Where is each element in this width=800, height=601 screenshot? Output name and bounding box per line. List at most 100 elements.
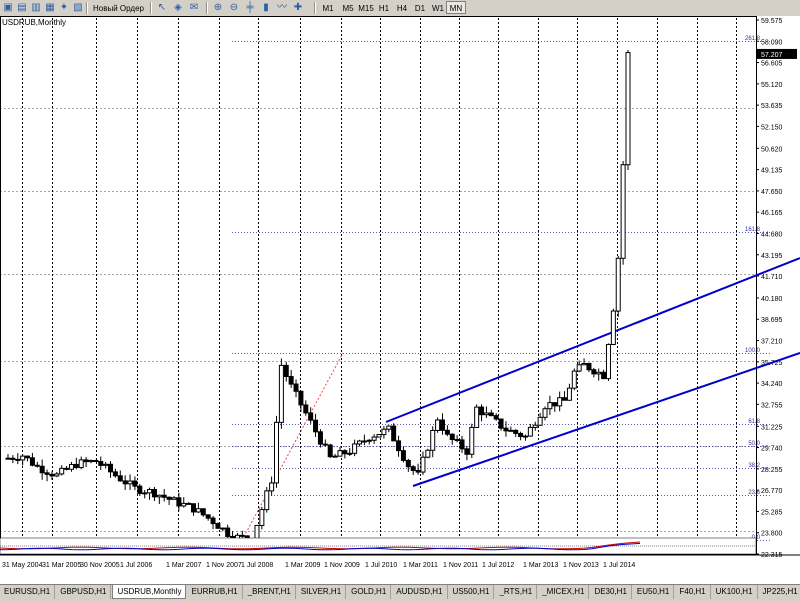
tab-uk100-h1[interactable]: UK100,H1	[712, 585, 758, 599]
timeframe-d1[interactable]: D1	[410, 1, 430, 14]
candle-body	[518, 432, 524, 438]
candle-body	[444, 429, 450, 435]
tab-eurusd-h1[interactable]: EURUSD,H1	[0, 585, 56, 599]
candle-body	[176, 497, 182, 507]
open-folder-icon[interactable]: ▤	[16, 2, 28, 13]
candle-body	[20, 455, 26, 461]
price-tick-label: 56.605	[761, 61, 783, 68]
timeframe-h4[interactable]: H4	[392, 1, 412, 14]
date-tick-label: 1 Jul 2014	[603, 562, 635, 569]
candle-body	[122, 480, 128, 485]
zoom-in-icon[interactable]: ⊕	[212, 2, 224, 13]
fib-level-label: 100.0	[745, 348, 761, 354]
candle-body	[552, 402, 558, 407]
candle-body	[283, 364, 289, 378]
mail-icon[interactable]: ✉	[188, 2, 200, 13]
tab-rts-h1[interactable]: _RTS,H1	[495, 585, 538, 599]
timeframe-mn[interactable]: MN	[446, 1, 466, 14]
timeframe-h1[interactable]: H1	[374, 1, 394, 14]
candle-body	[566, 387, 572, 401]
fib-level-label: 38.2	[748, 463, 760, 469]
terminal-icon[interactable]: ▧	[72, 2, 84, 13]
new-order-button[interactable]: Новый Ордер	[88, 1, 148, 14]
candle-body	[112, 471, 118, 477]
candle-body	[98, 460, 104, 466]
candle-body	[586, 362, 592, 371]
timeframe-m1[interactable]: M1	[318, 1, 338, 14]
channel-upper-line	[385, 257, 800, 423]
timeframe-m5[interactable]: M5	[338, 1, 358, 14]
tab-eu50-h1[interactable]: EU50,H1	[633, 585, 675, 599]
chart-window[interactable]: 59.575 58.090 56.605 55.120 53.635 52.150 50.6…	[0, 16, 800, 584]
tab-usdrub-monthly[interactable]: USDRUB,Monthly	[112, 585, 187, 599]
price-tick-label: 50.620	[761, 146, 783, 153]
candle-body	[322, 443, 328, 446]
tab-us500-h1[interactable]: US500,H1	[449, 585, 495, 599]
tab-audusd-h1[interactable]: AUDUSD,H1	[392, 585, 448, 599]
candle-body	[5, 457, 11, 460]
candle-body	[557, 397, 563, 407]
candle-body	[64, 467, 70, 470]
candle-chart-icon[interactable]: ▮	[260, 2, 272, 13]
timeframe-w1[interactable]: W1	[428, 1, 448, 14]
candle-body	[522, 435, 528, 438]
candle-body	[317, 431, 323, 445]
candle-body	[493, 415, 499, 420]
tab-micex-h1[interactable]: _MICEX,H1	[538, 585, 590, 599]
tab-silver-h1[interactable]: SILVER,H1	[297, 585, 347, 599]
tab-f40-h1[interactable]: F40,H1	[675, 585, 711, 599]
date-tick-label: 1 Nov 2011	[443, 562, 478, 569]
price-tick-label: 28.255	[761, 467, 783, 474]
autotrading-icon[interactable]: ◈	[172, 2, 184, 13]
candle-body	[498, 418, 504, 429]
chart-symbol-label: USDRUB,Monthly	[2, 18, 67, 27]
candle-body	[391, 425, 397, 442]
timeframe-m15[interactable]: M15	[356, 1, 376, 14]
new-chart-icon[interactable]: ▣	[2, 2, 14, 13]
tab-brent-h1[interactable]: _BRENT,H1	[244, 585, 296, 599]
candle-body	[293, 383, 299, 392]
candle-body	[430, 429, 436, 451]
line-chart-icon[interactable]: 〰	[276, 2, 288, 13]
candle-body	[25, 455, 31, 459]
price-tick-label: 43.195	[761, 253, 783, 260]
candle-body	[137, 485, 143, 494]
candle-body	[410, 466, 416, 471]
zoom-out-icon[interactable]: ⊖	[228, 2, 240, 13]
chart-tabs: EURUSD,H1 GBPUSD,H1 USDRUB,Monthly EURRUB,H…	[0, 584, 800, 601]
candle-body	[381, 428, 387, 436]
candle-body	[420, 456, 426, 473]
candle-body	[415, 469, 421, 473]
current-price-label: 57.207	[761, 52, 783, 59]
bar-chart-icon[interactable]: ╪	[244, 2, 256, 13]
price-chart[interactable]: 59.575 58.090 56.605 55.120 53.635 52.150 50.6…	[0, 16, 800, 584]
arrow-icon[interactable]: ↖	[156, 2, 168, 13]
profiles-icon[interactable]: ▥	[30, 2, 42, 13]
tab-gold-h1[interactable]: GOLD,H1	[347, 585, 392, 599]
candle-body	[303, 404, 309, 414]
tab-gbpusd-h1[interactable]: GBPUSD,H1	[56, 585, 112, 599]
candle-body	[186, 502, 192, 505]
tab-eurrub-h1[interactable]: EURRUB,H1	[187, 585, 243, 599]
date-tick-label: 1 Jul 2008	[241, 562, 273, 569]
date-tick-label: 1 Jul 2010	[365, 562, 397, 569]
candle-body	[356, 440, 362, 445]
date-tick-label: 31 Mar 2005	[42, 562, 81, 569]
candle-body	[308, 412, 314, 421]
candle-body	[93, 459, 99, 462]
tab-de30-h1[interactable]: DE30,H1	[590, 585, 632, 599]
market-watch-icon[interactable]: ▦	[44, 2, 56, 13]
candle-body	[483, 412, 489, 416]
candle-body	[474, 406, 480, 428]
tab-jp225-h1[interactable]: JP225,H1	[759, 585, 800, 599]
candle-body	[532, 424, 538, 428]
date-tick-label: 1 Mar 2009	[285, 562, 321, 569]
price-tick-label: 29.740	[761, 446, 783, 453]
indicators-icon[interactable]: ✚	[292, 2, 304, 13]
candle-body	[366, 439, 372, 442]
candle-body	[191, 503, 197, 513]
navigator-icon[interactable]: ✦	[58, 2, 70, 13]
candle-body	[459, 439, 465, 450]
candle-body	[274, 421, 280, 484]
candle-body	[542, 408, 548, 418]
